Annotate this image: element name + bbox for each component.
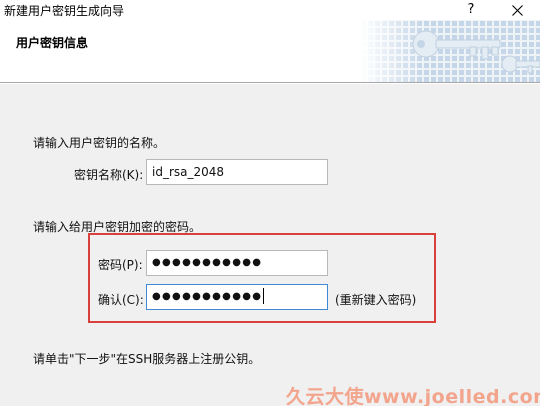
close-button[interactable] xyxy=(494,0,540,20)
help-button[interactable]: ? xyxy=(448,0,494,20)
name-prompt: 请输入用户密钥的名称。 xyxy=(33,136,166,150)
window-title: 新建用户密钥生成向导 xyxy=(4,4,125,18)
password-input[interactable]: ●●●●●●●●●●● xyxy=(146,250,328,276)
page-title: 用户密钥信息 xyxy=(16,36,89,50)
confirm-mask: ●●●●●●●●●●● xyxy=(152,291,263,302)
key-name-input[interactable]: id_rsa_2048 xyxy=(146,159,328,185)
password-mask: ●●●●●●●●●●● xyxy=(152,257,263,268)
text-cursor xyxy=(263,288,265,304)
confirm-label: 确认(C): xyxy=(98,293,144,307)
key-icon xyxy=(360,20,540,82)
reenter-hint: (重新键入密码) xyxy=(335,293,417,307)
wizard-header: 用户密钥信息 xyxy=(0,20,540,82)
title-bar: 新建用户密钥生成向导 ? xyxy=(0,0,540,20)
watermark: 久云大使www.joelled.com xyxy=(286,386,540,406)
confirm-password-input[interactable]: ●●●●●●●●●●● xyxy=(146,284,328,310)
close-icon xyxy=(511,4,523,16)
key-name-label: 密钥名称(K): xyxy=(74,168,144,182)
key-name-value: id_rsa_2048 xyxy=(152,165,225,179)
password-label: 密码(P): xyxy=(98,258,143,272)
footer-note: 请单击"下一步"在SSH服务器上注册公钥。 xyxy=(33,352,261,366)
